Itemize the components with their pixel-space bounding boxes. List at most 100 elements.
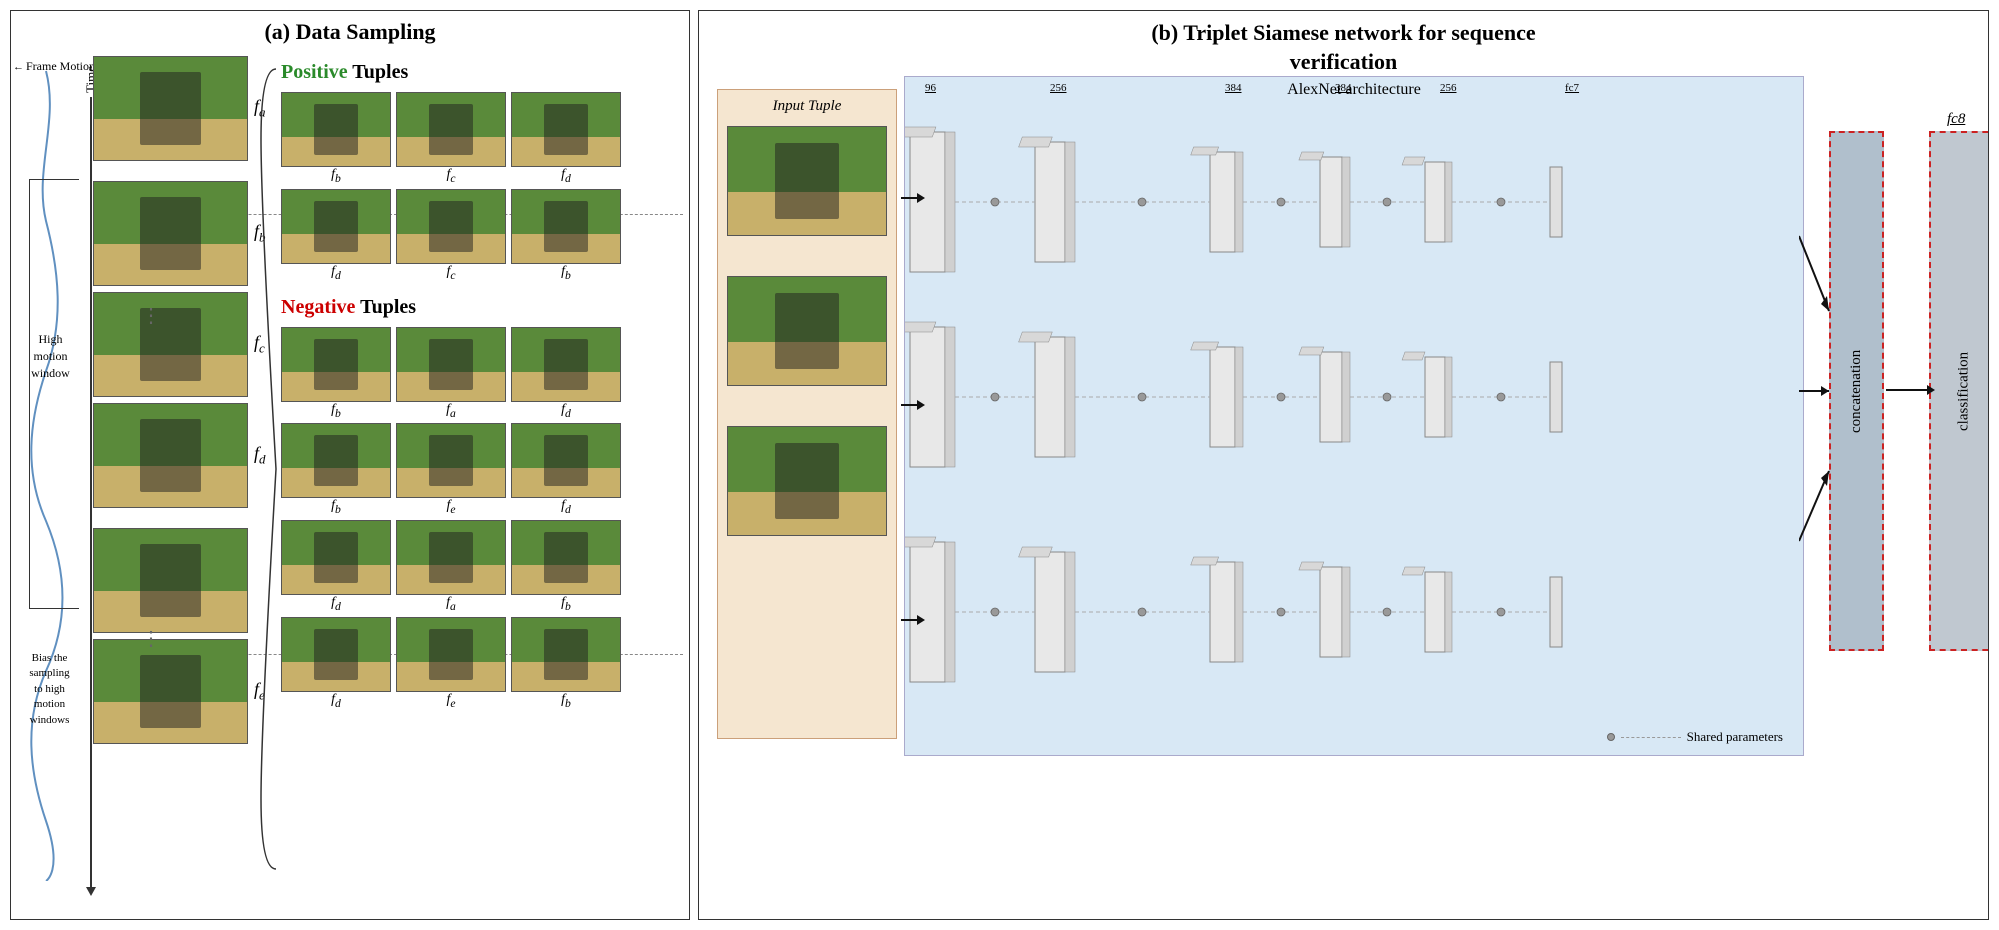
neg2-img1-frame [281, 423, 391, 498]
neg1-img1-frame [281, 327, 391, 402]
input-img-1 [727, 126, 887, 236]
neg3-img3: fb [511, 520, 621, 613]
neg2-label2: fe [446, 498, 455, 516]
neg4-img3: fb [511, 617, 621, 710]
frame-img-fa [93, 56, 248, 161]
pos1-img3: fd [511, 92, 621, 185]
neg1-label2: fa [446, 402, 456, 420]
pos2-label3: fb [561, 264, 571, 282]
frames-column: fa fb fc [93, 56, 268, 744]
frame-img-fc [93, 292, 248, 397]
neg4-img2-frame [396, 617, 506, 692]
high-motion-label: Highmotionwindow [23, 331, 78, 381]
dots-2: ⋮ [141, 626, 161, 651]
input-img-3 [727, 426, 887, 536]
frame-fa: fa [93, 56, 268, 161]
pos1-img2: fc [396, 92, 506, 185]
right-panel-title: (b) Triplet Siamese network for sequence… [699, 11, 1988, 78]
neg4-img2: fe [396, 617, 506, 710]
neg2-img1: fb [281, 423, 391, 516]
right-panel: (b) Triplet Siamese network for sequence… [698, 10, 1989, 920]
neg1-img2-frame [396, 327, 506, 402]
right-title-line1: (b) Triplet Siamese network for sequence [1151, 20, 1535, 45]
frame-fb: fb [93, 181, 268, 286]
dots-1: ⋮ [141, 303, 161, 328]
neg4-img3-frame [511, 617, 621, 692]
positive-tuples-title: Positive Tuples [281, 61, 676, 84]
bias-label: Bias thesamplingto highmotionwindows [17, 651, 82, 728]
neg4-label2: fe [446, 692, 455, 710]
dashed-line-icon [1621, 737, 1681, 738]
neg4-label4: fb [561, 692, 571, 710]
neg1-img3-frame [511, 327, 621, 402]
negative-label: Negative [281, 296, 355, 318]
arrow-1-head [917, 193, 925, 203]
frame-img-fe [93, 639, 248, 744]
neg2-img3: fd [511, 423, 621, 516]
neg2-img3-frame [511, 423, 621, 498]
neg2-label1: fb [331, 498, 341, 516]
pos2-label1: fd [331, 264, 341, 282]
frame-fc: fc [93, 292, 268, 397]
time-arrow-head [86, 887, 96, 896]
classification-label: classification [1956, 351, 1973, 430]
neg3-label1: fd [331, 595, 341, 613]
concat-to-class-arrow [1886, 389, 1931, 391]
right-title-line2: verification [1290, 49, 1398, 74]
neg-group-1: fb fa fd [281, 327, 676, 420]
neg-group-4: fd fe fb [281, 617, 676, 710]
positive-label: Positive [281, 61, 348, 83]
alexnet-bg: AlexNet architecture 96 256 384 384 256 … [904, 76, 1804, 756]
shared-params-label: Shared parameters [1687, 729, 1783, 745]
neg-group-2: fb fe fd [281, 423, 676, 516]
input-img-2 [727, 276, 887, 386]
pos1-label3: fd [561, 167, 571, 185]
time-line [90, 97, 92, 887]
curly-brace [256, 59, 286, 879]
pos1-img2-frame [396, 92, 506, 167]
classification-box: classification [1929, 131, 1989, 651]
layer-num-256: 256 [1050, 82, 1067, 94]
input-tuple-title: Input Tuple [773, 98, 842, 115]
left-panel: (a) Data Sampling ← Frame Motion Time fa [10, 10, 690, 920]
tuples-label-1: Tuples [352, 61, 408, 83]
neg3-img1-frame [281, 520, 391, 595]
neg1-img2: fa [396, 327, 506, 420]
neg2-img2: fe [396, 423, 506, 516]
tuples-label-2: Tuples [360, 296, 416, 318]
neg3-img2-frame [396, 520, 506, 595]
high-motion-bracket [29, 179, 79, 609]
neg1-img3: fd [511, 327, 621, 420]
tuples-panel: Positive Tuples fb fc fd [281, 61, 676, 714]
pos1-img1: fb [281, 92, 391, 185]
neg4-img1: fd [281, 617, 391, 710]
pos1-label2: fc [446, 167, 455, 185]
neg3-label2: fa [446, 595, 456, 613]
frame-fe: fe [93, 639, 268, 744]
neg4-img1-frame [281, 617, 391, 692]
pos2-label2: fc [446, 264, 455, 282]
frame-img-fd [93, 403, 248, 508]
neg1-label1: fb [331, 402, 341, 420]
input-tuple-box: Input Tuple [717, 89, 897, 739]
layer-num-256b: 256 [1440, 82, 1457, 94]
neg-group-3: fd fa fb [281, 520, 676, 613]
neg1-label3: fd [561, 402, 571, 420]
dot-icon [1607, 733, 1615, 741]
alexnet-title: AlexNet architecture [905, 77, 1803, 103]
layer-num-384: 384 [1225, 82, 1242, 94]
arrow-2-head [917, 400, 925, 410]
pos2-img2: fc [396, 189, 506, 282]
frame-fd: fd [93, 403, 268, 508]
layer-num-384b: 384 [1335, 82, 1352, 94]
stream1-svg [905, 102, 1805, 302]
pos1-label1: fb [331, 167, 341, 185]
arrow-3-head [917, 615, 925, 625]
frame-img-fe1 [93, 528, 248, 633]
layer-num-fc7: fc7 [1565, 82, 1579, 94]
stream2-svg [905, 297, 1805, 497]
concat-arrows-svg [1799, 111, 1839, 671]
pos2-img2-frame [396, 189, 506, 264]
neg1-img1: fb [281, 327, 391, 420]
spacer1 [93, 167, 268, 173]
